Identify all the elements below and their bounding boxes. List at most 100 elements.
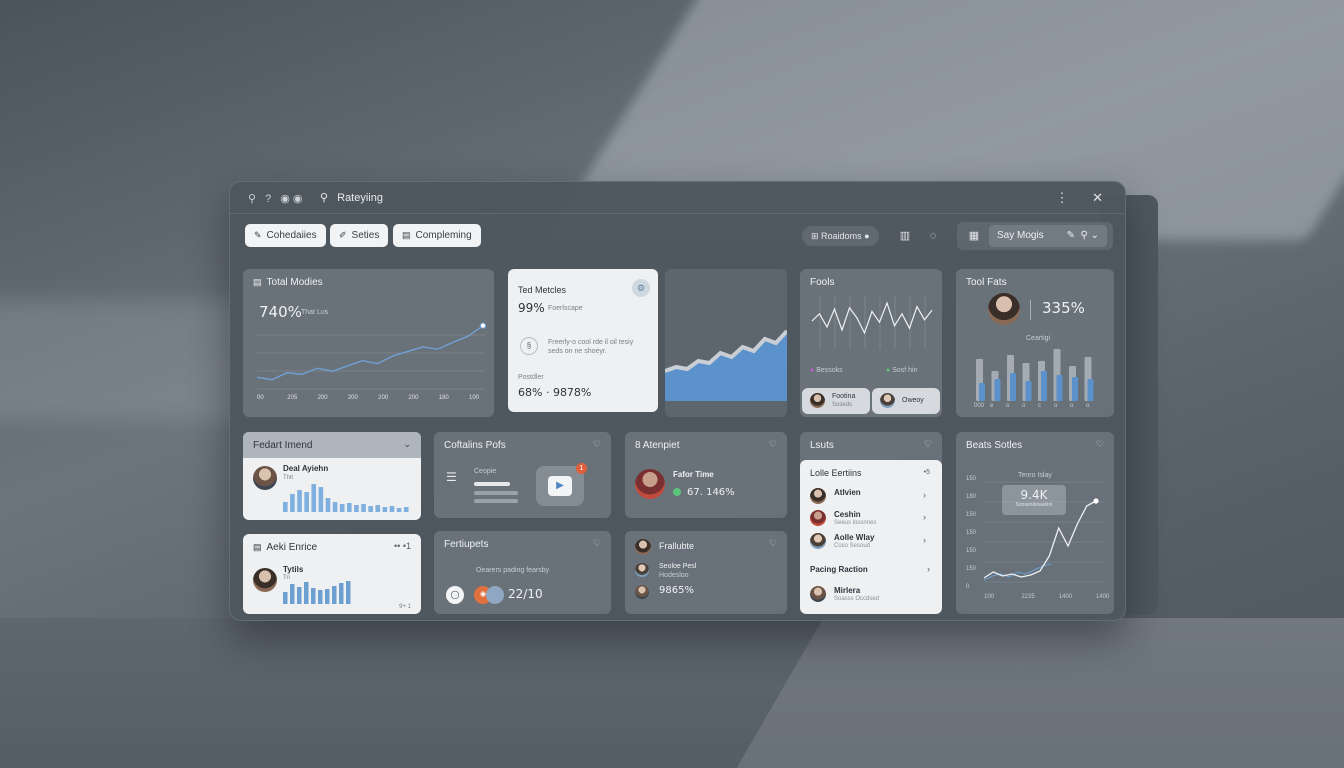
list-item-name: Aolle Wlay [834, 533, 875, 542]
list-item[interactable]: Aolle Wlay Coso Sesoud › [808, 531, 932, 551]
x-axis-labels: 000 e o o c o o o [974, 403, 1098, 411]
axis-tick-label: o [1070, 403, 1074, 409]
total-metrics-line-chart [256, 322, 487, 390]
toolbar-pill[interactable]: ⊞ Roaidoms ● [802, 226, 879, 246]
fools-button-1[interactable]: Footina Soseds [802, 388, 870, 414]
bar [290, 584, 295, 604]
contains-posts-card[interactable]: Coftalins Pofs ♡ ☰ Ceopie ▶ 1 [434, 432, 611, 518]
settings-icon[interactable]: ⚙ [632, 279, 650, 297]
avatar [810, 533, 826, 549]
total-metrics-card[interactable]: ▤ Total Modies 740% That Lus 00 205 200 200 2… [243, 269, 494, 417]
feature-trend-bar-chart [283, 484, 409, 512]
beats-series-card[interactable]: Beats Sotles ♡ Tenro Islay 9.4K Sonsende… [956, 432, 1114, 614]
axis-tick-label: 180 [438, 395, 449, 401]
layout-icon[interactable]: ▥ [896, 227, 914, 245]
bar [311, 484, 317, 512]
feature-trend-card[interactable]: Fedart Imend ⌄ Deal Ayiehn Thit [243, 432, 421, 520]
heart-icon[interactable]: ♡ [593, 439, 601, 450]
area-chart-card[interactable] [665, 269, 787, 417]
series-line [811, 301, 933, 335]
say-mogis-field[interactable]: Say Mogis ✎ ⚲ ⌄ [989, 225, 1107, 247]
axis-tick-label: o [1054, 403, 1058, 409]
link-icon: § [520, 337, 538, 355]
title-search[interactable]: ⚲ Rateyiing [320, 191, 383, 204]
list-item-name: Mirlera [834, 586, 861, 595]
chip-cohedaiies[interactable]: ✎ Cohedaiies [245, 224, 326, 247]
card-corner-text: •• •1 [394, 541, 411, 551]
bar [290, 494, 295, 512]
avatar [253, 568, 277, 592]
bar [1010, 373, 1016, 401]
video-tile[interactable]: ▶ 1 [536, 463, 587, 506]
axis-tick-label: 200 [317, 395, 328, 401]
chevron-right-icon[interactable]: › [927, 564, 930, 574]
bar [1087, 379, 1094, 401]
chevron-down-icon[interactable]: ⌄ [403, 439, 411, 450]
list-item[interactable]: Mirlera Soasss Occdsed [808, 584, 932, 604]
avatar [810, 586, 826, 602]
list-item-name: Atlvien [834, 488, 861, 497]
card-title: Fools [810, 277, 835, 288]
toolbar-pill-label: Roaidoms [821, 231, 862, 241]
bar [382, 507, 388, 512]
lists-panel: Lolle Eertiins •5 Atlvien › Ceshin Seeus… [800, 460, 942, 614]
calendar-icon[interactable]: ▦ [965, 227, 983, 245]
atempiet-card[interactable]: 8 Atenpiet ♡ Fafor Time 67. 146% [625, 432, 787, 518]
bar [325, 589, 330, 604]
circle-icon[interactable]: ◯ [446, 586, 464, 604]
lists-card[interactable]: Lsuts ♡ Lolle Eertiins •5 Atlvien › Cesh… [800, 432, 942, 614]
axis-tick-label: 150 [966, 512, 977, 518]
add-enrice-bar-chart [283, 581, 351, 604]
heart-icon[interactable]: ♡ [593, 538, 601, 549]
toggle-icon: ● [861, 231, 870, 241]
series-line [984, 500, 1097, 579]
progress-line [474, 499, 518, 503]
row-name: Seoloe Pesl [659, 563, 697, 570]
axis-tick-label: 100 [469, 395, 480, 401]
frallubte-card[interactable]: Frallubte ♡ Seoloe Pesl Hodesloo 9865% [625, 531, 787, 614]
tool-fats-card[interactable]: Tool Fats 335% Ceartigi 000 e o o c o o o [956, 269, 1114, 417]
document-icon: ▤ [402, 230, 411, 240]
axis-tick-label: 200 [408, 395, 419, 401]
avatar [635, 469, 665, 499]
chat-icon[interactable]: ◌ [924, 227, 942, 245]
chip-seties[interactable]: ✐ Seties [330, 224, 389, 247]
heart-icon[interactable]: ♡ [769, 538, 777, 549]
bar [283, 592, 288, 604]
card-title: Ted Metcles [518, 285, 567, 295]
list-item-sub: Coso Sesoud [834, 543, 871, 549]
list-item[interactable]: Ceshin Seeus lossnnes › [808, 508, 932, 528]
bar [304, 492, 309, 512]
axis-tick-label: 200 [378, 395, 389, 401]
list-item[interactable]: Atlvien › [808, 486, 932, 506]
avatar [635, 585, 649, 599]
close-icon[interactable]: ✕ [1092, 190, 1103, 205]
window-controls-icon[interactable]: ⚲ ? ◉◉ [248, 192, 305, 205]
button-label: Oweoy [902, 397, 924, 404]
fertiupets-card[interactable]: Fertiupets ♡ Oearers pading fearsby ◯ ◉ … [434, 531, 611, 614]
legend-item: ● Sosf hin [886, 367, 918, 374]
bar [332, 586, 337, 604]
fools-wave-chart [811, 295, 933, 349]
bar [304, 582, 309, 604]
chip-compleming[interactable]: ▤ Compleming [393, 224, 481, 247]
chip-label: Cohedaiies [266, 230, 317, 241]
blue-dot-icon[interactable] [486, 586, 504, 604]
heart-icon[interactable]: ♡ [769, 439, 777, 450]
bar [361, 504, 366, 512]
play-icon[interactable]: ▶ [548, 476, 572, 496]
heart-icon[interactable]: ♡ [1096, 439, 1104, 450]
row-sub: Hodesloo [659, 572, 689, 579]
bar [325, 498, 331, 512]
beats-series-line-chart [984, 481, 1104, 583]
add-enrice-card[interactable]: ▤ Aeki Enrice •• •1 Tytils Tri 9+ 1 [243, 534, 421, 614]
more-menu-icon[interactable]: ⋮ [1055, 190, 1068, 205]
axis-tick-label: o [1006, 403, 1010, 409]
fools-card[interactable]: Fools ● Bessoks ● Sosf hin Footina Sosed… [800, 269, 942, 417]
bar [1025, 381, 1032, 401]
fools-button-2[interactable]: Oweoy [872, 388, 940, 414]
avatar [635, 563, 649, 577]
heart-icon[interactable]: ♡ [924, 439, 932, 450]
card-title: ▤ Total Modies [253, 277, 323, 288]
ted-metrics-card[interactable]: Ted Metcles ⚙ 99% Foerlscape § Freerly-o… [508, 269, 658, 412]
